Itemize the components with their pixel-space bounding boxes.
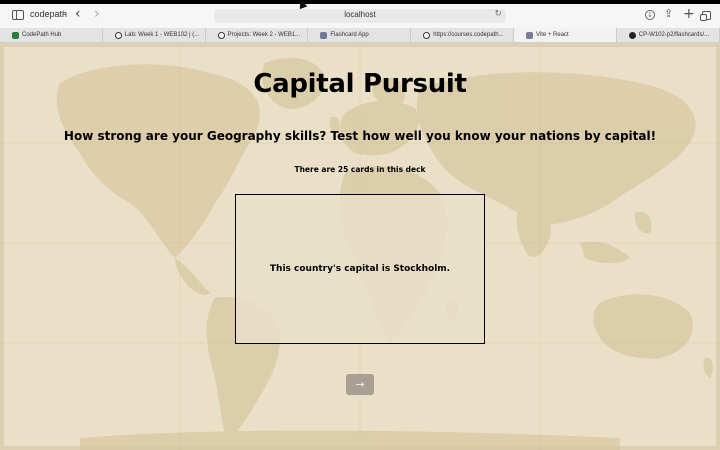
chevron-down-icon[interactable]: ⌄	[61, 8, 68, 17]
flashcard[interactable]: This country's capital is Stockholm.	[235, 194, 485, 344]
flashcard-question: This country's capital is Stockholm.	[269, 264, 451, 274]
sidebar-toggle-icon[interactable]	[12, 10, 24, 20]
forward-arrow-icon[interactable]: ›	[94, 6, 100, 22]
back-arrow-icon[interactable]: ‹	[75, 6, 81, 22]
favicon-icon	[217, 31, 225, 39]
page-content: Capital Pursuit How strong are your Geog…	[0, 43, 720, 450]
new-tab-icon[interactable]: +	[683, 6, 695, 22]
tab-label: Vite + React	[535, 32, 569, 38]
tab-label: Projects: Week 2 - WEB1...	[227, 32, 301, 38]
favicon-icon	[525, 31, 533, 39]
tab-vite-react[interactable]: Vite + React	[513, 28, 617, 42]
page-subtitle: How strong are your Geography skills? Te…	[63, 129, 657, 143]
browser-window: codepath ⌄ ‹ › localhost ↻ ↓ ⇪ + CodePat…	[0, 0, 720, 450]
tab-strip: CodePath Hub Lab: Week 1 - WEB102 | (...…	[0, 28, 720, 43]
tab-codepath-hub[interactable]: CodePath Hub	[0, 28, 103, 42]
tab-courses-codepath[interactable]: https://courses.codepath...	[411, 28, 514, 42]
favicon-icon	[423, 31, 431, 39]
next-card-button[interactable]: →	[346, 374, 374, 395]
share-icon[interactable]: ⇪	[664, 7, 673, 20]
tab-label: CP-W102-p2/flashcards/...	[638, 32, 710, 38]
tab-label: Lab: Week 1 - WEB102 | (...	[124, 32, 200, 38]
address-bar[interactable]: localhost ↻	[214, 9, 506, 23]
github-icon	[628, 31, 636, 39]
tab-label: https://courses.codepath...	[433, 32, 504, 38]
tab-flashcard-app[interactable]: Flashcard App	[308, 28, 412, 42]
tab-github-flashcards[interactable]: CP-W102-p2/flashcards/...	[617, 28, 720, 42]
favicon-icon	[114, 31, 122, 39]
tab-lab-week-1[interactable]: Lab: Week 1 - WEB102 | (...	[103, 28, 206, 42]
favicon-icon	[12, 31, 19, 39]
page-title: Capital Pursuit	[253, 69, 467, 99]
tab-label: Flashcard App	[330, 32, 369, 38]
favicon-icon	[320, 31, 328, 39]
tab-label: CodePath Hub	[22, 32, 62, 38]
tab-projects-week-2[interactable]: Projects: Week 2 - WEB1...	[206, 28, 309, 42]
reload-icon[interactable]: ↻	[494, 9, 502, 19]
browser-toolbar: codepath ⌄ ‹ › localhost ↻ ↓ ⇪ +	[0, 4, 720, 28]
tab-overview-icon[interactable]	[700, 11, 711, 21]
download-icon[interactable]: ↓	[645, 10, 655, 20]
card-count-text: There are 25 cards in this deck	[294, 165, 426, 174]
address-text: localhost	[344, 10, 376, 19]
